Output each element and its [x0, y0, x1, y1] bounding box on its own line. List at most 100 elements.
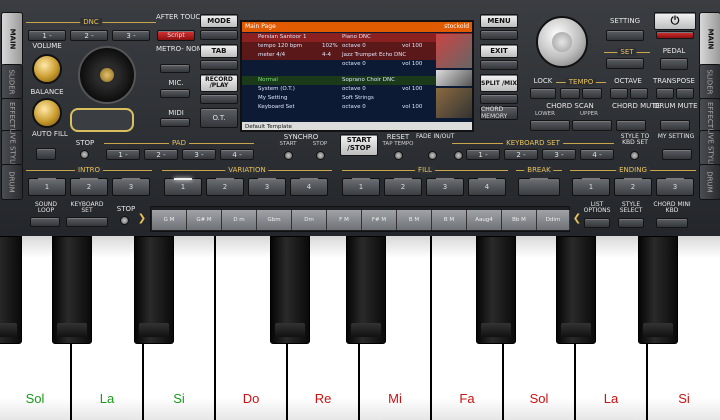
ending-button-3[interactable]: 3 [656, 178, 694, 196]
midi-button[interactable] [160, 118, 190, 127]
octave-minus-button[interactable] [610, 88, 628, 99]
chord-key-4[interactable]: Gbm [257, 210, 292, 230]
tab-effect-right[interactable]: EFFECT [699, 98, 720, 132]
fill-button-1[interactable]: 1 [342, 178, 380, 196]
intro-button-2[interactable]: 2 [70, 178, 108, 196]
mic-button[interactable] [160, 89, 190, 98]
chord-key-1[interactable]: G M [152, 210, 187, 230]
variation-button-3[interactable]: 3 [248, 178, 286, 196]
black-key-5[interactable] [346, 236, 386, 344]
keyboard-set-led[interactable] [454, 151, 463, 160]
chord-key-9[interactable]: B M [432, 210, 467, 230]
volume-knob[interactable] [32, 54, 62, 84]
keyboard-set-button-3[interactable]: 3 - [542, 149, 576, 160]
pad-button-2[interactable]: 2 - [144, 149, 178, 160]
setting-button[interactable] [606, 30, 644, 41]
metronome-button[interactable] [160, 64, 190, 73]
keyboard-set-button-2[interactable]: 2 - [504, 149, 538, 160]
my-setting-button[interactable] [662, 149, 692, 160]
drum-mute-button[interactable] [660, 120, 690, 131]
stop-button[interactable] [80, 150, 89, 159]
break-button[interactable] [518, 178, 560, 196]
fill-button-3[interactable]: 3 [426, 178, 464, 196]
chord-mute-button[interactable] [616, 120, 646, 131]
reset-button[interactable] [394, 151, 403, 160]
pad-button-3[interactable]: 3 - [182, 149, 216, 160]
chord-scan-upper-button[interactable] [572, 120, 612, 131]
pad-button-1[interactable]: 1 - [106, 149, 140, 160]
after-touch-select[interactable]: Script [157, 30, 195, 41]
menu-button[interactable]: MENU [480, 14, 518, 28]
sound-loop-button[interactable] [30, 217, 60, 227]
chord-key-8[interactable]: B M [397, 210, 432, 230]
chord-scroll-left-icon[interactable]: ❯ [136, 214, 148, 224]
tab-effect-left[interactable]: EFFECT [1, 98, 23, 132]
black-key-7[interactable] [556, 236, 596, 344]
ot-button[interactable]: O.T. [200, 108, 238, 128]
black-key-1[interactable] [0, 236, 22, 344]
octave-plus-button[interactable] [630, 88, 648, 99]
transpose-minus-button[interactable] [656, 88, 674, 99]
fill-button-4[interactable]: 4 [468, 178, 506, 196]
chord-mini-kbd-button[interactable] [656, 218, 688, 228]
fill-button-2[interactable]: 2 [384, 178, 422, 196]
black-key-2[interactable] [52, 236, 92, 344]
tab-main-right[interactable]: MAIN [699, 12, 720, 66]
tab-live-style-right[interactable]: LIVE STYLE [699, 129, 720, 167]
dnc-button-1[interactable]: 1 - [28, 30, 66, 41]
synchro-stop-button[interactable] [316, 151, 325, 160]
chord-key-6[interactable]: F M [327, 210, 362, 230]
chord-scroll-right-icon[interactable]: ❮ [572, 214, 582, 224]
jog-wheel[interactable] [78, 46, 136, 104]
black-key-6[interactable] [476, 236, 516, 344]
tab-drum-right[interactable]: DRUM [699, 164, 720, 200]
record-play-button[interactable]: RECORD /PLAY [200, 74, 238, 92]
chord-key-5[interactable]: Dm [292, 210, 327, 230]
tab-button[interactable]: TAB [200, 44, 238, 58]
chord-key-3[interactable]: D m [222, 210, 257, 230]
tab-slider-right[interactable]: SLIDER [699, 64, 720, 100]
ending-button-1[interactable]: 1 [572, 178, 610, 196]
chord-key-10[interactable]: Aaug4 [467, 210, 502, 230]
chord-memory-button[interactable]: CHORD MEMORY [480, 106, 518, 120]
black-key-3[interactable] [134, 236, 174, 344]
pedal-button[interactable] [660, 58, 688, 70]
power-button[interactable]: ⏻ [654, 12, 696, 30]
exit-button[interactable]: EXIT [480, 44, 518, 58]
list-options-button[interactable] [584, 218, 610, 228]
variation-button-2[interactable]: 2 [206, 178, 244, 196]
fade-button[interactable] [428, 151, 437, 160]
dnc-button-3[interactable]: 3 - [112, 30, 150, 41]
dnc-button-2[interactable]: 2 - [70, 30, 108, 41]
auto-fill-button[interactable] [36, 148, 56, 160]
tab-slider-left[interactable]: SLIDER [1, 64, 23, 100]
synchro-start-button[interactable] [284, 151, 293, 160]
pad-button-4[interactable]: 4 - [220, 149, 254, 160]
keyboard-set-2-button[interactable] [66, 217, 108, 227]
tab-live-style-left[interactable]: LIVE STYLE [1, 129, 23, 167]
chord-key-7[interactable]: F# M [362, 210, 397, 230]
intro-button-3[interactable]: 3 [112, 178, 150, 196]
ending-button-2[interactable]: 2 [614, 178, 652, 196]
style-to-kbd-set-button[interactable] [630, 151, 639, 160]
style-select-button[interactable] [618, 218, 644, 228]
set-button[interactable] [606, 58, 644, 69]
stop-2-button[interactable] [120, 216, 129, 225]
chord-key-11[interactable]: Bb M [502, 210, 537, 230]
keyboard-set-button-1[interactable]: 1 - [466, 149, 500, 160]
variation-button-1[interactable]: 1 [164, 178, 202, 196]
tab-drum-left[interactable]: DRUM [1, 164, 23, 200]
intro-button-1[interactable]: 1 [28, 178, 66, 196]
transpose-plus-button[interactable] [676, 88, 694, 99]
tempo-dial[interactable] [536, 16, 588, 68]
black-key-8[interactable] [638, 236, 678, 344]
start-stop-button[interactable]: START /STOP [340, 134, 378, 156]
balance-knob[interactable] [32, 98, 62, 128]
variation-button-4[interactable]: 4 [290, 178, 328, 196]
split-mix-button[interactable]: SPLIT /MIX [480, 74, 518, 92]
keyboard-set-button-4[interactable]: 4 - [580, 149, 614, 160]
tempo-plus-button[interactable] [582, 88, 602, 99]
chord-key-12[interactable]: Ddim [537, 210, 570, 230]
tab-main-left[interactable]: MAIN [1, 12, 23, 66]
lock-button[interactable] [530, 88, 556, 99]
